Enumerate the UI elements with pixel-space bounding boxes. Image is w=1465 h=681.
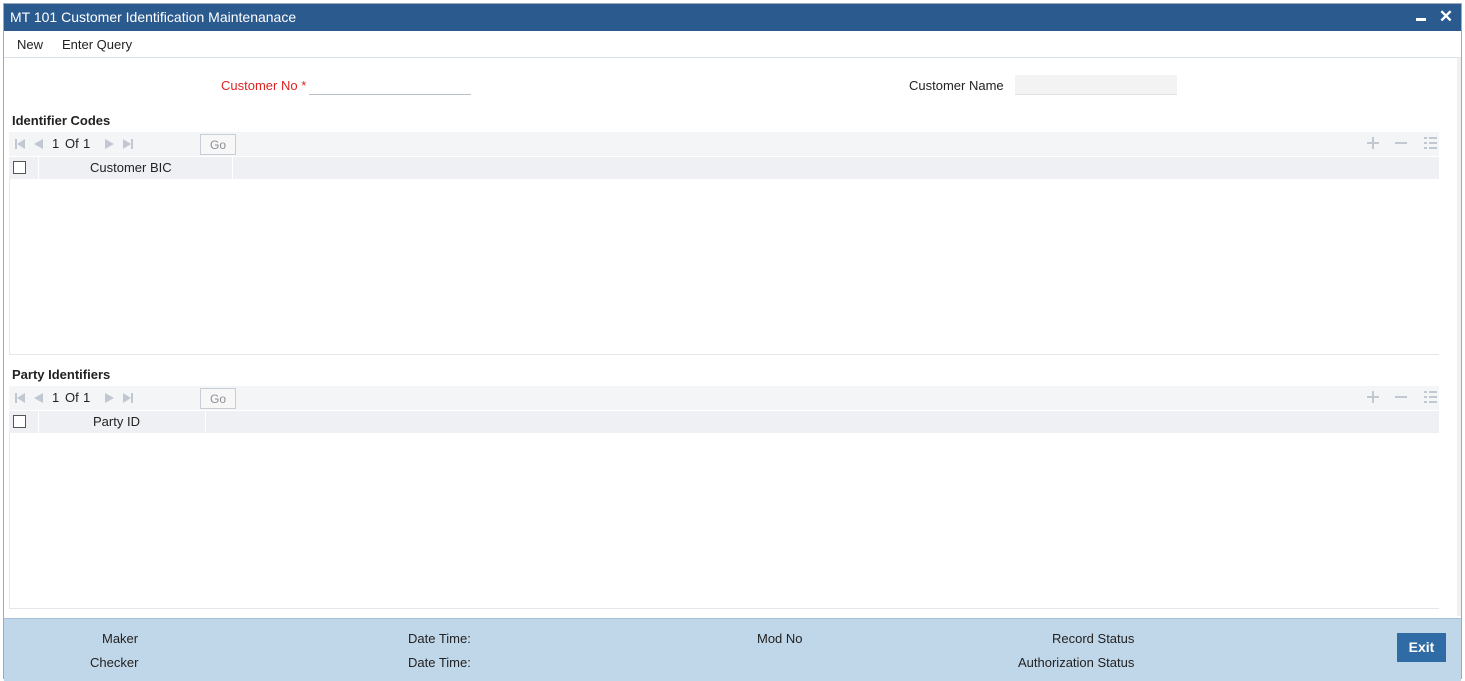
last-page-icon[interactable] — [121, 137, 135, 151]
scrollbar[interactable] — [1457, 58, 1461, 616]
record-status-label: Record Status — [1052, 631, 1135, 646]
previous-page-icon[interactable] — [32, 391, 46, 405]
checker-label: Checker — [90, 655, 139, 670]
party-identifiers-grid-body — [9, 433, 1439, 609]
customer-no-input[interactable] — [309, 75, 471, 95]
required-marker: * — [301, 78, 307, 93]
column-separator — [38, 411, 39, 433]
column-separator — [232, 157, 233, 179]
go-button[interactable]: Go — [200, 134, 236, 155]
toolbar: New Enter Query — [4, 31, 1461, 58]
page-total: 1 — [83, 390, 91, 405]
identifier-codes-grid-body — [9, 179, 1439, 355]
party-identifiers-pager: 1 Of 1 Go — [9, 386, 1439, 412]
identifier-codes-header: Customer BIC — [9, 157, 1439, 179]
go-button[interactable]: Go — [200, 388, 236, 409]
audit-footer: Maker Checker Date Time: Date Time: Mod … — [4, 618, 1461, 681]
column-separator — [38, 157, 39, 179]
party-identifiers-title: Party Identifiers — [12, 367, 111, 382]
customer-no-label-text: Customer No — [221, 78, 298, 93]
new-button[interactable]: New — [17, 37, 43, 52]
page-current: 1 — [52, 390, 60, 405]
previous-page-icon[interactable] — [32, 137, 46, 151]
identifier-codes-title: Identifier Codes — [12, 113, 111, 128]
column-header-customer-bic[interactable]: Customer BIC — [90, 160, 172, 175]
main-window: MT 101 Customer Identification Maintenan… — [3, 3, 1462, 681]
authorization-status-label: Authorization Status — [1018, 655, 1135, 670]
add-row-icon[interactable] — [1366, 390, 1380, 404]
page-of: Of — [65, 136, 79, 151]
title-bar: MT 101 Customer Identification Maintenan… — [4, 4, 1461, 31]
last-page-icon[interactable] — [121, 391, 135, 405]
customer-no-label: Customer No * — [221, 78, 306, 93]
first-page-icon[interactable] — [14, 391, 28, 405]
delete-row-icon[interactable] — [1394, 390, 1408, 404]
next-page-icon[interactable] — [102, 391, 116, 405]
page-of: Of — [65, 390, 79, 405]
window-title: MT 101 Customer Identification Maintenan… — [10, 9, 297, 25]
page-current: 1 — [52, 136, 60, 151]
page-number-input[interactable] — [151, 389, 195, 412]
first-page-icon[interactable] — [14, 137, 28, 151]
identifier-codes-pager: 1 Of 1 Go — [9, 132, 1439, 158]
page-number-input[interactable] — [151, 135, 195, 158]
single-view-icon[interactable] — [1423, 390, 1437, 404]
maker-label: Maker — [102, 631, 139, 646]
delete-row-icon[interactable] — [1394, 136, 1408, 150]
column-header-party-id[interactable]: Party ID — [93, 414, 140, 429]
close-icon[interactable]: ✕ — [1436, 7, 1456, 27]
next-page-icon[interactable] — [102, 137, 116, 151]
exit-button[interactable]: Exit — [1397, 633, 1446, 662]
checker-date-time-label: Date Time: — [408, 655, 471, 670]
mod-no-label: Mod No — [757, 631, 803, 646]
party-identifiers-header: Party ID — [9, 411, 1439, 433]
add-row-icon[interactable] — [1366, 136, 1380, 150]
single-view-icon[interactable] — [1423, 136, 1437, 150]
select-all-checkbox[interactable] — [13, 415, 26, 428]
maker-date-time-label: Date Time: — [408, 631, 471, 646]
enter-query-button[interactable]: Enter Query — [62, 37, 132, 52]
customer-name-label: Customer Name — [909, 78, 1004, 93]
page-total: 1 — [83, 136, 91, 151]
minimize-icon[interactable] — [1411, 7, 1431, 27]
select-all-checkbox[interactable] — [13, 161, 26, 174]
column-separator — [205, 411, 206, 433]
customer-name-input[interactable] — [1015, 75, 1177, 95]
